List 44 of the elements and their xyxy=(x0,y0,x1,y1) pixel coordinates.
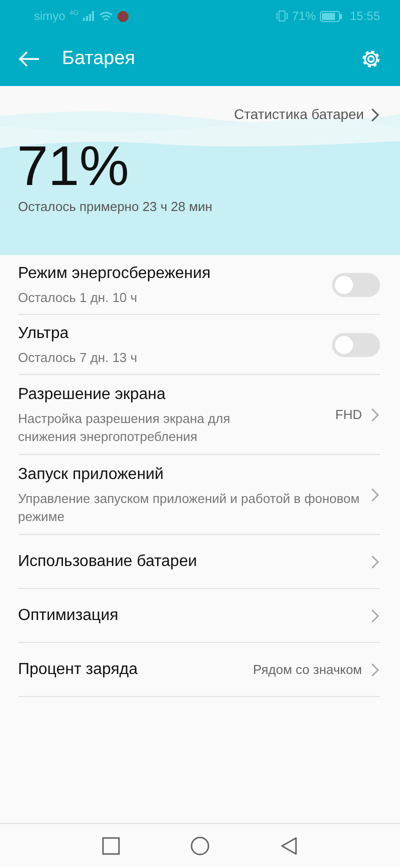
row-subtitle: Осталось 1 дн. 10 ч xyxy=(18,289,138,307)
settings-row[interactable]: Режим энергосбережения Осталось 1 дн. 10 ч xyxy=(18,255,380,315)
battery-level: 71% xyxy=(17,138,130,194)
row-subtitle: Управление запуском приложений и работой в фоновом режиме xyxy=(18,490,361,526)
chevron-icon xyxy=(370,608,380,624)
row-title: Оптимизация xyxy=(18,606,120,626)
settings-row[interactable]: Запуск приложений Управление запуском приложений и работой в фоновом режиме xyxy=(18,455,380,535)
signal-icon xyxy=(82,11,95,21)
vibrate-icon xyxy=(276,10,288,22)
screen-title: Батарея xyxy=(62,46,136,71)
statistics-link[interactable]: Статистика батареи xyxy=(234,104,380,125)
back-icon[interactable] xyxy=(280,836,298,854)
row-title: Разрешение экрана xyxy=(18,385,167,406)
battery-icon xyxy=(320,10,342,22)
chevron-icon xyxy=(370,486,380,502)
chevron-icon xyxy=(370,106,380,122)
wifi-icon xyxy=(98,10,113,22)
carrier-name: simyo xyxy=(34,8,66,25)
row-value: FHD xyxy=(335,406,362,424)
row-subtitle: Настройка разрешения экрана для снижения энергопотребления xyxy=(18,410,232,446)
square-icon[interactable] xyxy=(102,836,120,854)
chevron-icon xyxy=(370,406,380,422)
home-icon[interactable] xyxy=(190,836,210,856)
row-value: Рядом со значком xyxy=(253,660,362,679)
remaining-time: Осталось примерно 23 ч 28 мин xyxy=(18,198,212,216)
settings-row[interactable]: Использование батареи xyxy=(18,535,380,589)
settings-icon[interactable] xyxy=(360,48,382,70)
settings-row[interactable]: Ультра Осталось 7 дн. 13 ч xyxy=(18,315,380,375)
battery-percent: 71% xyxy=(292,8,316,25)
settings-row[interactable]: Оптимизация xyxy=(18,589,380,643)
toggle-switch[interactable] xyxy=(332,272,380,296)
row-title: Ультра xyxy=(18,324,70,344)
row-subtitle: Осталось 7 дн. 13 ч xyxy=(18,349,138,367)
chevron-icon xyxy=(370,554,380,570)
row-title: Запуск приложений xyxy=(18,465,165,486)
row-title: Режим энергосбережения xyxy=(18,264,212,284)
status-time: 15:55 xyxy=(350,8,380,25)
row-title: Использование батареи xyxy=(18,552,198,572)
chevron-icon xyxy=(370,662,380,678)
row-title: Процент заряда xyxy=(18,660,139,680)
settings-row[interactable]: Процент заряда Рядом со значком xyxy=(18,643,380,697)
toggle-switch[interactable] xyxy=(332,332,380,356)
settings-row[interactable]: Разрешение экрана Настройка разрешения экрана для снижения энергопотребления FHD xyxy=(18,375,380,455)
notification-icon xyxy=(116,10,129,22)
